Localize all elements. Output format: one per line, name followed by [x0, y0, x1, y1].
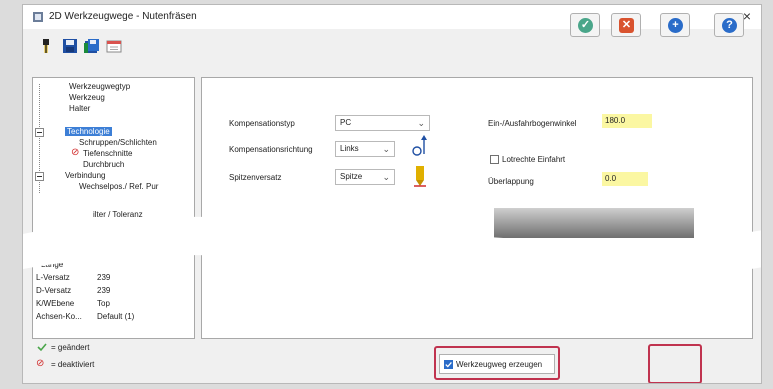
calendar-icon[interactable] — [105, 37, 123, 55]
ok-button[interactable]: ✓ — [570, 13, 600, 37]
tree-item-durchbruch[interactable]: Durchbruch — [83, 160, 124, 170]
tree-item-halter[interactable]: Halter — [69, 104, 90, 114]
komp-typ-select[interactable]: PC ⌄ — [335, 115, 430, 131]
tree-item-filter-toleranz[interactable]: ilter / Toleranz — [93, 210, 143, 220]
legend-disabled: = deaktiviert — [51, 360, 95, 369]
tree-item-werkzeug[interactable]: Werkzeug — [69, 93, 105, 103]
preview-image — [494, 208, 694, 238]
komp-richtung-value: Links — [340, 144, 359, 153]
tree-item-wechselpos[interactable]: Wechselpos./ Ref. Pur — [79, 182, 158, 192]
disabled-icon: ⊘ — [71, 147, 80, 158]
prop-label: Achsen-Ko... — [36, 312, 82, 321]
ueberlappung-label: Überlappung — [488, 177, 534, 186]
operation-tree: Werkzeugwegtyp Werkzeug Halter Technolog… — [32, 77, 195, 339]
tip-offset-icon — [414, 166, 426, 187]
save-all-icon[interactable] — [83, 37, 101, 55]
prop-label: D-Versatz — [36, 286, 72, 295]
tree-item-verbindung[interactable]: Verbindung — [65, 171, 105, 181]
komp-richtung-label: Kompensationsrichtung — [229, 145, 313, 154]
ueberlappung-input[interactable]: 0.0 — [602, 172, 648, 186]
disabled-icon: ⊘ — [36, 358, 45, 369]
spitzen-label: Spitzenversatz — [229, 173, 282, 182]
title-bar: 2D Werkzeugwege - Nutenfräsen × — [23, 5, 761, 29]
prop-label: L-Versatz — [36, 273, 70, 282]
close-icon[interactable]: × — [743, 8, 751, 24]
plus-icon: + — [668, 18, 683, 33]
app-icon — [33, 12, 43, 22]
tool-icon[interactable] — [37, 37, 55, 55]
komp-typ-value: PC — [340, 118, 352, 127]
save-icon[interactable] — [61, 37, 79, 55]
highlight-frame — [648, 344, 702, 383]
spitzen-value: Spitze — [340, 172, 363, 181]
lotrecht-checkbox[interactable] — [490, 155, 499, 164]
checkmark-icon: ✓ — [578, 18, 593, 33]
help-icon: ? — [722, 18, 737, 33]
collapse-icon[interactable] — [35, 128, 44, 137]
tree-item-schruppen[interactable]: Schruppen/Schlichten — [79, 138, 157, 148]
prop-value: Top — [97, 299, 110, 308]
chevron-down-icon: ⌄ — [382, 144, 390, 154]
tree-item-werkzeugwegtyp[interactable]: Werkzeugwegtyp — [69, 82, 130, 92]
komp-richtung-select[interactable]: Links ⌄ — [335, 141, 395, 157]
werkzeugweg-checkbox[interactable] — [444, 360, 453, 369]
chevron-down-icon: ⌄ — [382, 172, 390, 182]
cancel-button[interactable]: ✕ — [611, 13, 641, 37]
compensation-direction-icon — [412, 135, 427, 156]
tree-item-technologie-label: Technologie — [65, 127, 112, 136]
dialog-window: 2D Werkzeugwege - Nutenfräsen × Werkzeug… — [22, 4, 762, 384]
spitzen-select[interactable]: Spitze ⌄ — [335, 169, 395, 185]
tree-item-technologie[interactable]: Technologie — [65, 127, 112, 137]
apply-add-button[interactable]: + — [660, 13, 690, 37]
legend-changed: = geändert — [51, 343, 90, 352]
komp-typ-label: Kompensationstyp — [229, 119, 295, 128]
prop-label: K/WEbene — [36, 299, 75, 308]
checkmark-icon — [37, 343, 47, 352]
werkzeugweg-label: Werkzeugweg erzeugen — [456, 360, 543, 369]
prop-value: Default (1) — [97, 312, 135, 321]
help-button[interactable]: ? — [714, 13, 744, 37]
lotrecht-label: Lotrechte Einfahrt — [502, 155, 566, 164]
tree-item-tiefenschnitte[interactable]: Tiefenschnitte — [83, 149, 133, 159]
prop-value: 239 — [97, 273, 111, 282]
toolbar — [23, 29, 761, 59]
close-icon: ✕ — [619, 18, 634, 33]
window-title: 2D Werkzeugwege - Nutenfräsen — [49, 11, 197, 22]
bogen-label: Ein-/Ausfahrbogenwinkel — [488, 119, 577, 128]
tree-item-laenge[interactable]: Lange — [41, 260, 63, 270]
prop-value: 239 — [97, 286, 111, 295]
parameter-panel: Kompensationstyp PC ⌄ Kompensationsricht… — [201, 77, 753, 339]
werkzeugweg-toggle[interactable]: Werkzeugweg erzeugen — [439, 354, 555, 374]
collapse-icon[interactable] — [35, 172, 44, 181]
bogen-input[interactable]: 180.0 — [602, 114, 652, 128]
chevron-down-icon: ⌄ — [417, 118, 425, 128]
